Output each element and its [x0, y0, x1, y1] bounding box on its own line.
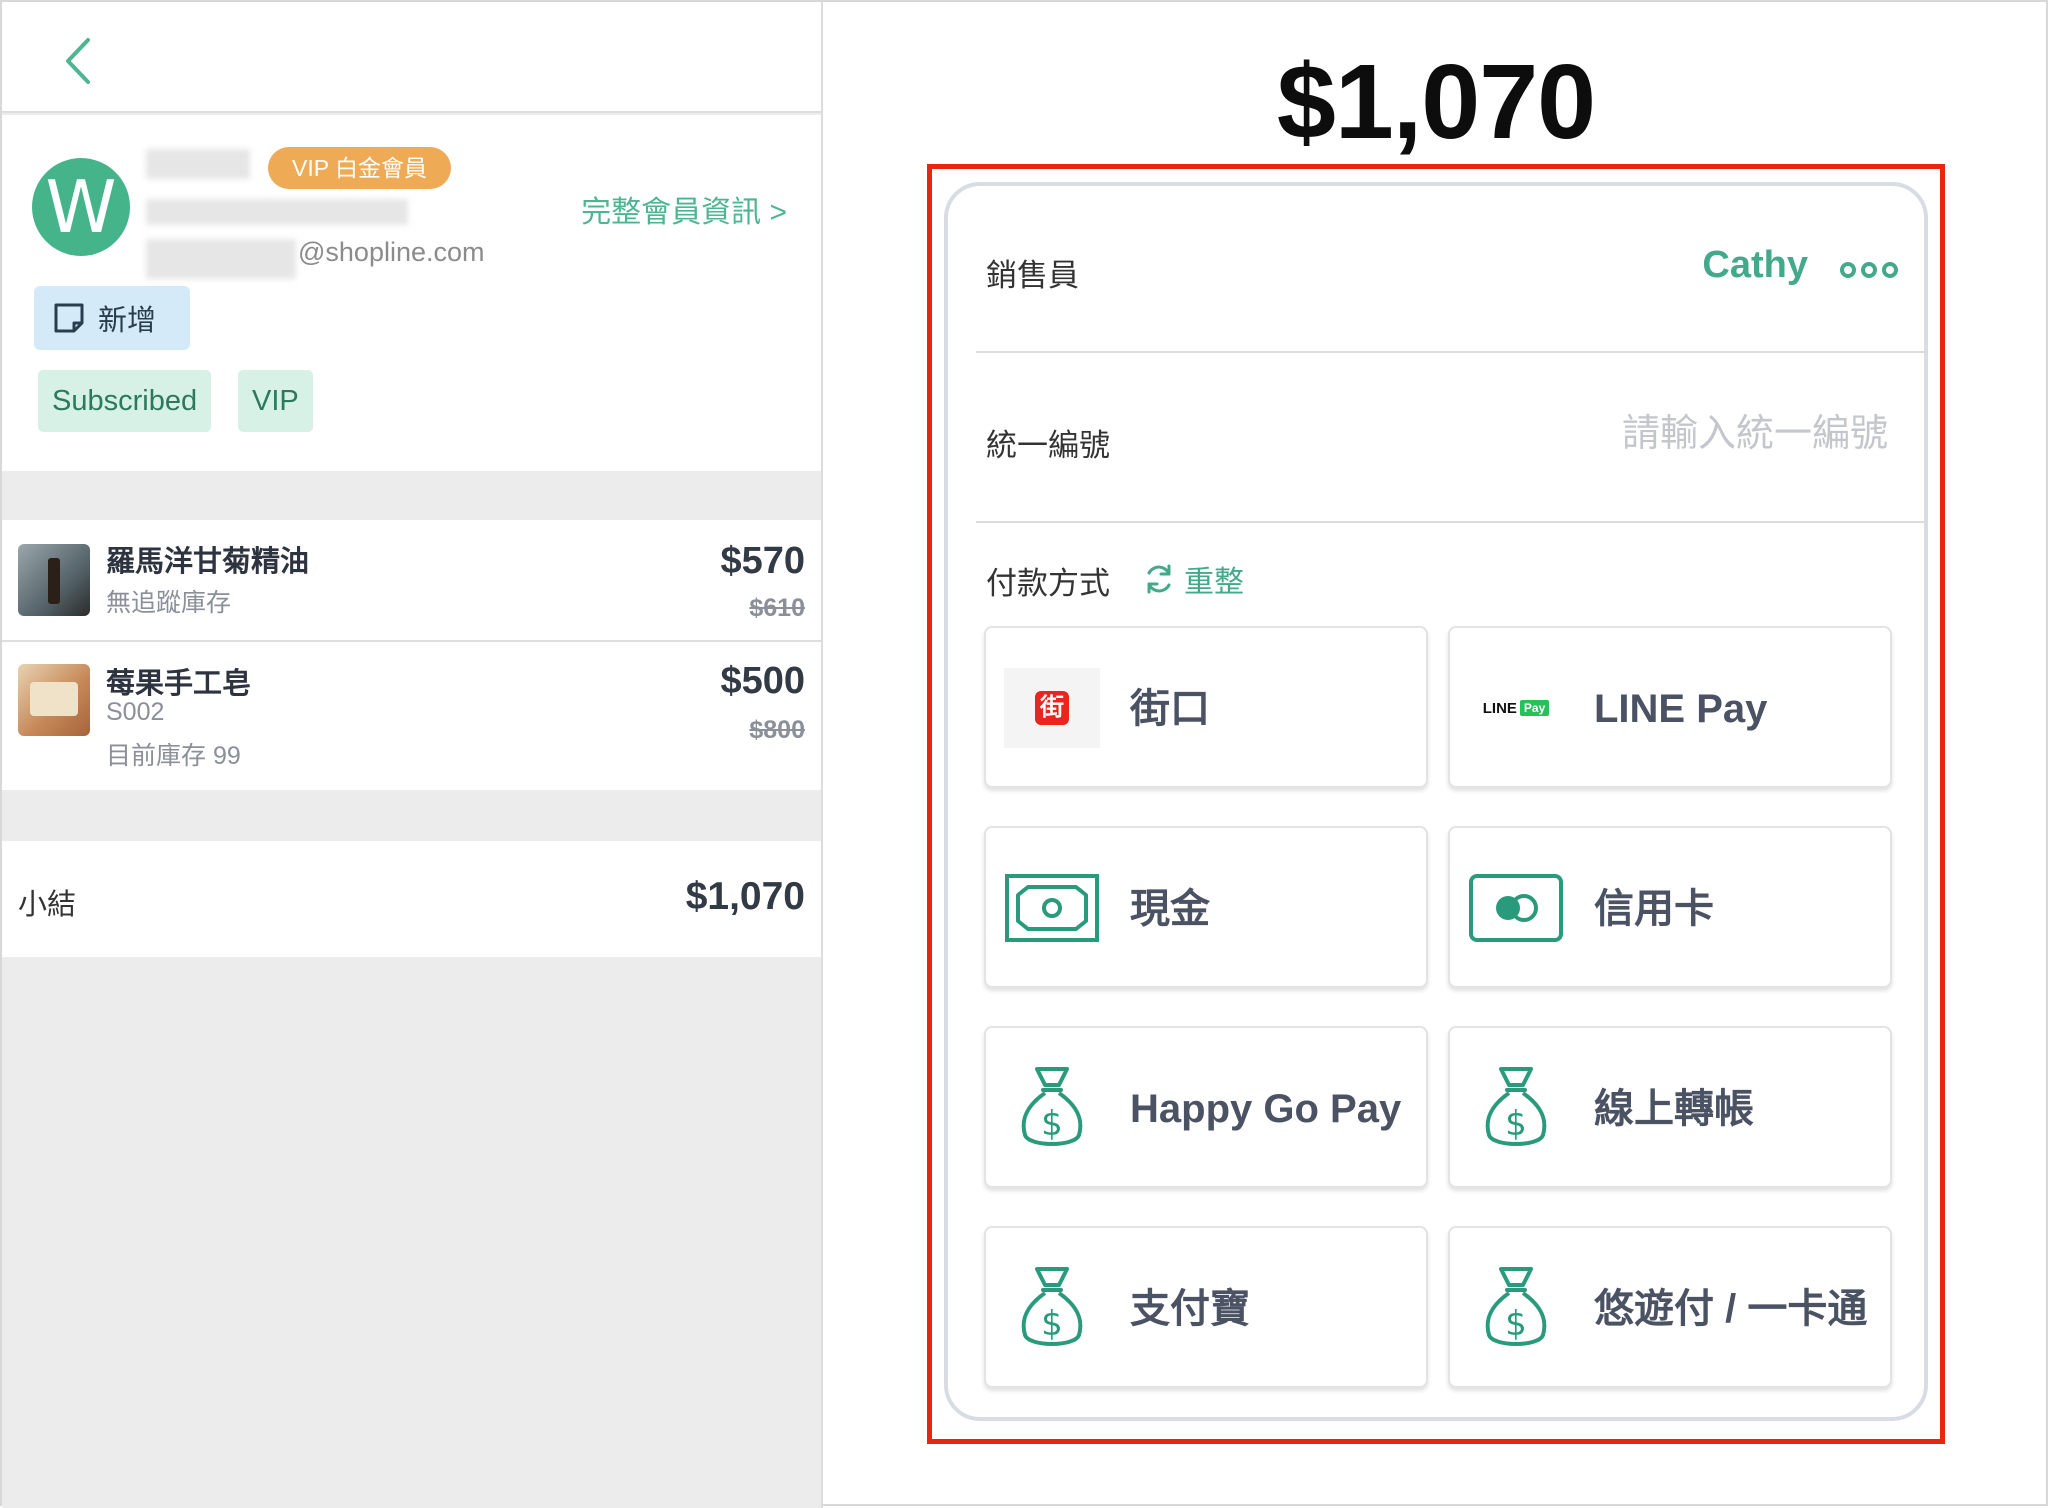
payment-label: 支付寶	[1130, 1287, 1250, 1331]
order-total: $1,070	[1276, 43, 1596, 161]
svg-text:$: $	[1505, 1304, 1527, 1344]
payment-alipay-button[interactable]: $ 支付寶	[984, 1226, 1428, 1388]
more-options-icon[interactable]	[1840, 262, 1904, 282]
tax-id-input[interactable]	[1438, 406, 1888, 462]
product-stock: 目前庫存 99	[106, 742, 241, 770]
seller-value[interactable]: Cathy	[1702, 244, 1808, 287]
payment-label: 街口	[1130, 687, 1210, 731]
member-email: @shopline.com	[298, 237, 485, 267]
subtotal-label: 小結	[18, 889, 77, 921]
vip-level-badge: VIP 白金會員	[268, 147, 452, 189]
divider	[976, 351, 1924, 353]
add-note-button[interactable]: 新增	[34, 286, 190, 350]
cart-panel: W VIP 白金會員 @shopline.com 完整會員資訊 > 新增 Sub…	[2, 2, 823, 1508]
product-name: 羅馬洋甘菊精油	[106, 546, 310, 578]
payment-cash-button[interactable]: 現金	[984, 826, 1428, 988]
payment-method-label: 付款方式	[986, 566, 1110, 601]
payment-happy-go-pay-button[interactable]: $ Happy Go Pay	[984, 1026, 1428, 1188]
payment-jkopay-button[interactable]: 街 街口	[984, 626, 1428, 788]
payment-online-transfer-button[interactable]: $ 線上轉帳	[1448, 1026, 1892, 1188]
product-original-price: $800	[749, 716, 805, 744]
svg-text:$: $	[1041, 1304, 1063, 1344]
payment-label: 信用卡	[1594, 887, 1714, 931]
payment-linepay-button[interactable]: LINE Pay LINE Pay	[1448, 626, 1892, 788]
cash-icon	[1004, 868, 1100, 948]
tag-vip[interactable]: VIP	[238, 370, 313, 432]
payment-label: LINE Pay	[1594, 687, 1768, 731]
checkout-card: 銷售員 Cathy 統一編號 付款方式 重整 街 街口	[944, 182, 1928, 1421]
money-bag-icon: $	[1468, 1067, 1564, 1148]
svg-text:$: $	[1041, 1104, 1063, 1144]
top-bar	[2, 2, 821, 113]
member-phone-redacted	[146, 199, 408, 225]
product-stock: 無追蹤庫存	[106, 589, 232, 617]
payment-label: 線上轉帳	[1594, 1087, 1754, 1131]
product-sku: S002	[106, 698, 165, 726]
payment-label: 現金	[1130, 887, 1210, 931]
refresh-icon	[1147, 564, 1171, 594]
product-price: $500	[720, 660, 805, 702]
cart-item[interactable]: 羅馬洋甘菊精油 無追蹤庫存 $570 $610	[2, 520, 821, 640]
money-bag-icon: $	[1468, 1267, 1564, 1348]
money-bag-icon: $	[1004, 1267, 1100, 1348]
reset-payment-button[interactable]: 重整	[1142, 557, 1244, 601]
payment-credit-card-button[interactable]: 信用卡	[1448, 826, 1892, 988]
svg-text:$: $	[1505, 1104, 1527, 1144]
payment-label: Happy Go Pay	[1130, 1087, 1402, 1131]
line-pay-icon: LINE Pay	[1468, 668, 1564, 748]
cart-item[interactable]: 莓果手工皂 S002 目前庫存 99 $500 $800	[2, 642, 821, 790]
tag-subscribed[interactable]: Subscribed	[38, 370, 212, 432]
pos-window: W VIP 白金會員 @shopline.com 完整會員資訊 > 新增 Sub…	[0, 0, 2048, 1508]
credit-card-icon	[1468, 868, 1564, 948]
product-original-price: $610	[749, 594, 805, 622]
member-card: W VIP 白金會員 @shopline.com 完整會員資訊 > 新增 Sub…	[2, 115, 821, 471]
full-member-info-link[interactable]: 完整會員資訊 >	[581, 187, 787, 231]
product-thumbnail	[18, 664, 90, 736]
product-price: $570	[720, 540, 805, 582]
tax-id-label: 統一編號	[986, 428, 1110, 463]
note-icon	[54, 303, 84, 333]
payment-label: 悠遊付 / 一卡通	[1594, 1287, 1868, 1331]
seller-label: 銷售員	[986, 258, 1079, 293]
reset-label: 重整	[1184, 566, 1244, 599]
money-bag-icon: $	[1004, 1067, 1100, 1148]
product-thumbnail	[18, 544, 90, 616]
subtotal-value: $1,070	[685, 875, 805, 918]
subtotal-row: 小結 $1,070	[2, 841, 821, 957]
member-email-redacted	[146, 239, 296, 279]
member-name-redacted	[146, 149, 250, 179]
product-name: 莓果手工皂	[106, 668, 252, 700]
add-note-label: 新增	[98, 305, 157, 337]
back-chevron-icon[interactable]	[54, 32, 104, 90]
divider	[976, 521, 1924, 523]
payment-easywallet-ipass-button[interactable]: $ 悠遊付 / 一卡通	[1448, 1226, 1892, 1388]
avatar: W	[32, 158, 130, 256]
jkopay-icon: 街	[1004, 668, 1100, 748]
